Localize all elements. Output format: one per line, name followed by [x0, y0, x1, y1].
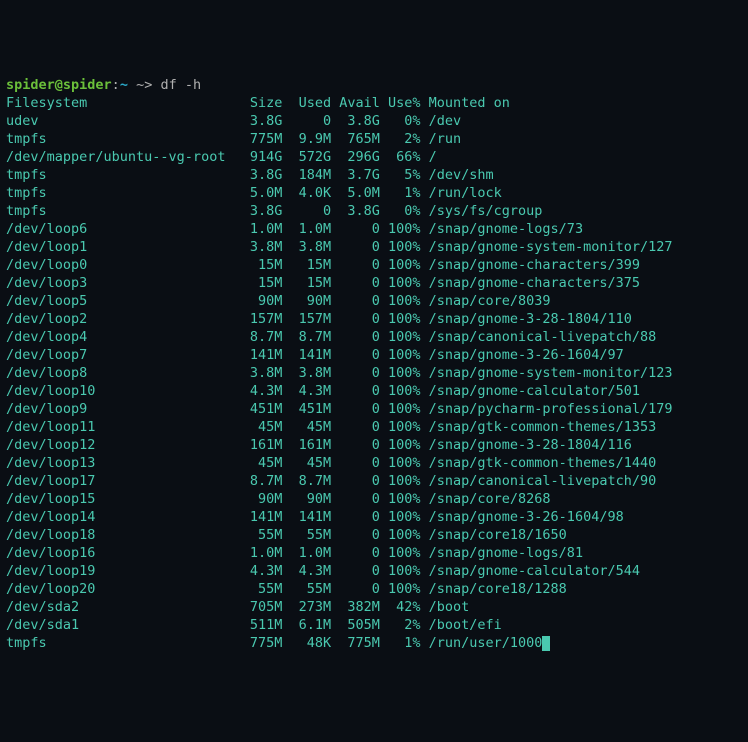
df-rows: udev 3.8G 0 3.8G 0% /dev tmpfs 775M 9.9M… [6, 113, 672, 651]
prompt-separator: : [112, 77, 120, 93]
prompt-user: spider@spider [6, 77, 112, 93]
df-header-row: Filesystem Size Used Avail Use% Mounted … [6, 95, 510, 111]
cursor-icon [542, 636, 550, 651]
terminal[interactable]: spider@spider:~ ~> df -h Filesystem Size… [6, 76, 742, 652]
prompt-path: ~ [120, 77, 128, 93]
prompt-arrow: ~> [128, 77, 161, 93]
command-text: df -h [160, 77, 201, 93]
